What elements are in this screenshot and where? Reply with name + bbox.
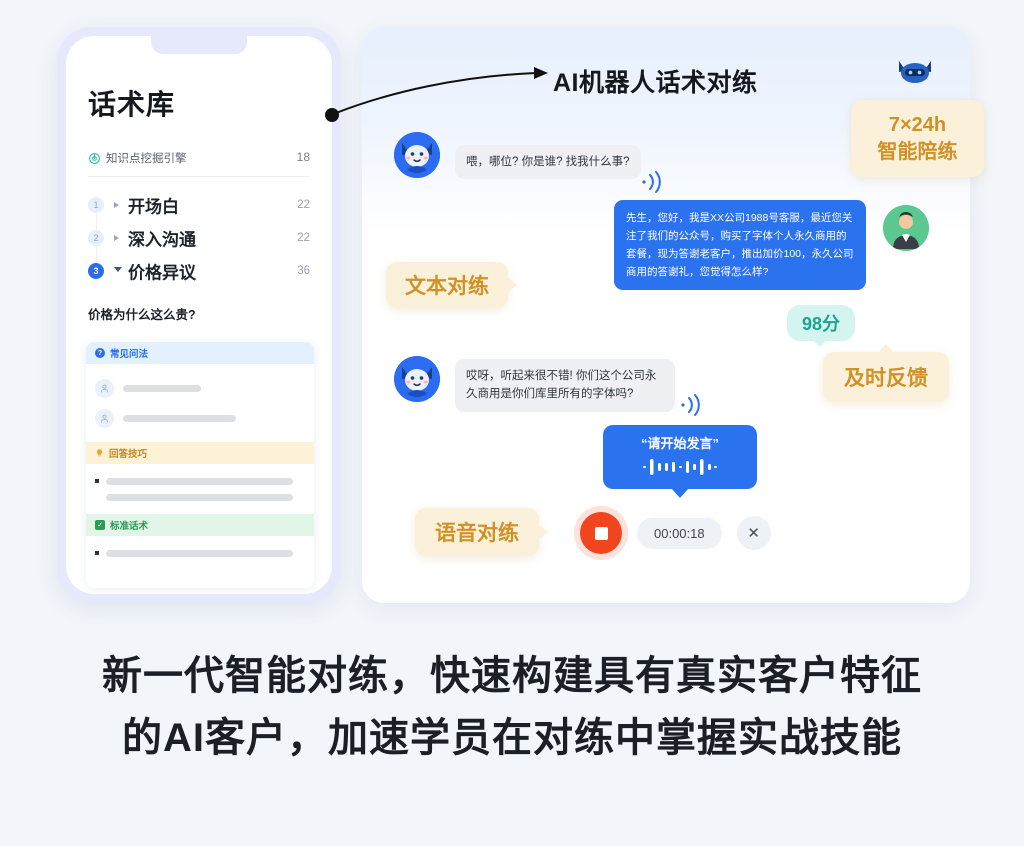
- callout-timely-feedback: 及时反馈: [823, 352, 949, 402]
- placeholder-bar: [123, 414, 236, 422]
- recording-timer: 00:00:18: [637, 517, 722, 549]
- card-section-common-questions[interactable]: ? 常见问法: [86, 342, 314, 364]
- answer-tips-body: [86, 464, 314, 514]
- speak-prompt-bubble: “请开始发言”: [603, 425, 757, 489]
- chevron-right-icon[interactable]: [114, 201, 119, 208]
- person-icon: [95, 408, 114, 428]
- phone-notch: [151, 36, 247, 54]
- card-section-answer-tips[interactable]: 回答技巧: [86, 442, 314, 464]
- header-divider: [88, 176, 310, 177]
- toc-count: 36: [297, 264, 310, 277]
- card-section-label: 标准话术: [110, 521, 149, 532]
- placeholder-bar: [106, 477, 293, 485]
- sound-wave-icon[interactable]: [640, 169, 666, 200]
- chat-bubble-bot-2: 哎呀，听起来很不错! 你们这个公司永久商用是你们库里所有的字体吗?: [455, 359, 675, 412]
- phone-mockup: 话术库 知识点挖掘引擎 18 1 开场白 22 2 深入沟通 22 3 价格异议…: [57, 27, 341, 603]
- toc-index: 2: [88, 229, 104, 246]
- toc-count: 22: [297, 198, 310, 211]
- standard-script-body: [86, 536, 314, 570]
- chevron-down-icon[interactable]: [114, 266, 122, 275]
- sound-wave-icon[interactable]: [679, 392, 705, 423]
- callout-text-training: 文本对练: [386, 262, 508, 308]
- list-item: [95, 489, 305, 505]
- caption-line-1: 新一代智能对练，快速构建具有真实客户特征: [102, 654, 922, 698]
- radar-icon: [88, 152, 101, 165]
- card-section-standard-script[interactable]: ✓ 标准话术: [86, 514, 314, 536]
- placeholder-bar: [106, 493, 293, 501]
- toc-label: 开场白: [128, 197, 179, 216]
- speak-prompt-text: “请开始发言”: [640, 436, 719, 451]
- score-badge: 98分: [787, 305, 856, 347]
- bullet-icon: [95, 479, 99, 483]
- question-mark-icon: ?: [95, 348, 105, 358]
- list-item: [95, 403, 305, 433]
- stop-square: [594, 526, 608, 540]
- callout-voice-training: 语音对练: [415, 508, 539, 556]
- toc-list: 1 开场白 22 2 深入沟通 22 3 价格异议 36: [66, 188, 332, 287]
- lightbulb-icon: [95, 448, 104, 458]
- bullet-icon: [95, 551, 99, 555]
- answer-card: ? 常见问法 回答技巧 ✓ 标准话术: [86, 342, 314, 588]
- robot-avatar: [394, 356, 440, 402]
- caption: 新一代智能对练，快速构建具有真实客户特征 的AI客户，加速学员在对练中掌握实战技…: [0, 645, 1024, 769]
- card-section-label: 回答技巧: [109, 449, 148, 460]
- close-icon[interactable]: ✕: [736, 516, 771, 550]
- audio-waveform-icon: [643, 458, 717, 481]
- toc-item-1[interactable]: 2 深入沟通 22: [66, 221, 332, 254]
- toc-count: 22: [297, 231, 310, 244]
- robot-avatar: [394, 132, 440, 178]
- chat-bubble-bot-1: 喂，哪位? 你是谁? 找我什么事?: [455, 145, 641, 180]
- list-item: [95, 373, 305, 403]
- toc-label: 价格异议: [128, 263, 196, 282]
- placeholder-bar: [106, 549, 293, 557]
- toc-item-0[interactable]: 1 开场白 22: [66, 188, 332, 221]
- stop-record-icon[interactable]: [580, 512, 622, 554]
- phone-screen: 话术库 知识点挖掘引擎 18 1 开场白 22 2 深入沟通 22 3 价格异议…: [66, 36, 332, 594]
- person-icon: [95, 378, 114, 398]
- check-square-icon: ✓: [95, 520, 105, 530]
- placeholder-bar: [123, 384, 201, 392]
- toc-index: 1: [88, 196, 104, 213]
- chat-bubble-user-1: 先生，您好，我是XX公司1988号客服，最近您关注了我们的公众号，购买了字体个人…: [614, 200, 866, 291]
- chevron-right-icon[interactable]: [114, 234, 119, 241]
- list-item: [95, 545, 305, 561]
- question-title: 价格为什么这么贵?: [88, 308, 196, 322]
- toc-item-2[interactable]: 3 价格异议 36: [66, 254, 332, 287]
- toc-index: 3: [88, 262, 104, 279]
- person-avatar: [883, 205, 929, 251]
- toc-label: 深入沟通: [128, 230, 196, 249]
- recorder-controls: 00:00:18 ✕: [580, 512, 771, 554]
- card-section-label: 常见问法: [110, 349, 149, 360]
- page-root: 话术库 知识点挖掘引擎 18 1 开场白 22 2 深入沟通 22 3 价格异议…: [0, 0, 1024, 846]
- page-title: 话术库: [88, 89, 176, 120]
- knowledge-engine-label: 知识点挖掘引擎: [106, 153, 187, 165]
- knowledge-engine-row: 知识点挖掘引擎: [88, 150, 187, 166]
- caption-line-2: 的AI客户，加速学员在对练中掌握实战技能: [122, 716, 902, 760]
- list-item: [95, 473, 305, 489]
- common-questions-body: [86, 364, 314, 442]
- knowledge-engine-count: 18: [296, 150, 310, 164]
